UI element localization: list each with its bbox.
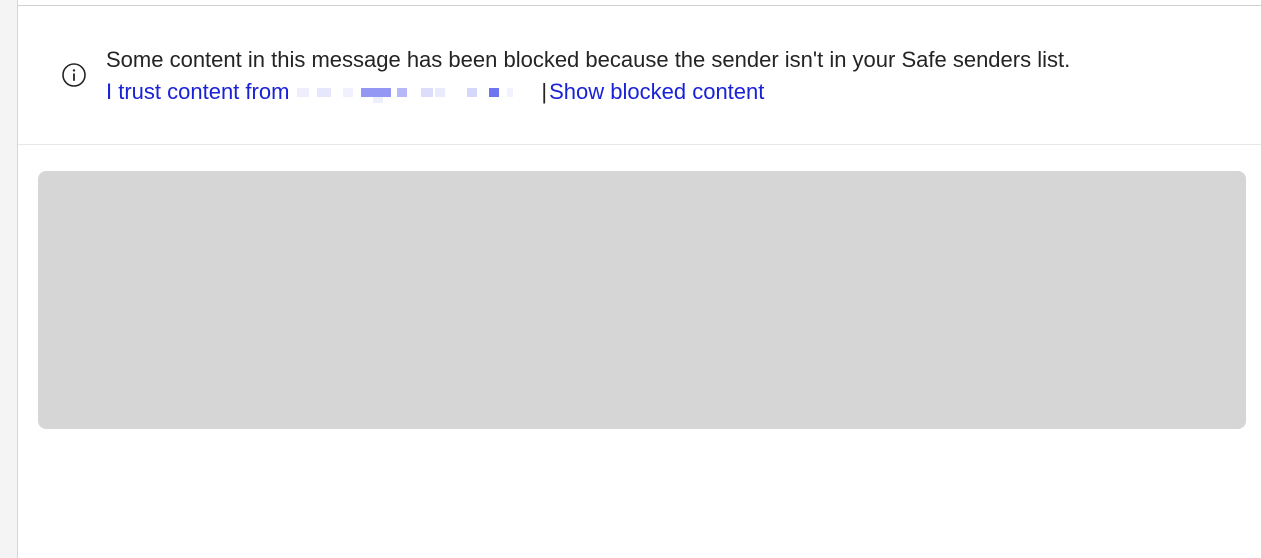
blocked-content-placeholder bbox=[38, 171, 1246, 429]
left-gutter bbox=[0, 0, 18, 558]
banner-text: Some content in this message has been bl… bbox=[106, 44, 1246, 108]
show-blocked-content-link[interactable]: Show blocked content bbox=[549, 76, 764, 108]
blocked-content-banner: Some content in this message has been bl… bbox=[18, 6, 1261, 145]
link-separator: | bbox=[541, 79, 548, 104]
trust-sender-link[interactable]: I trust content from bbox=[106, 76, 289, 108]
redacted-sender-address bbox=[297, 79, 529, 105]
banner-actions: I trust content from | Show blocked cont… bbox=[106, 76, 1246, 108]
info-icon bbox=[62, 63, 86, 87]
blocked-message: Some content in this message has been bl… bbox=[106, 47, 1071, 72]
